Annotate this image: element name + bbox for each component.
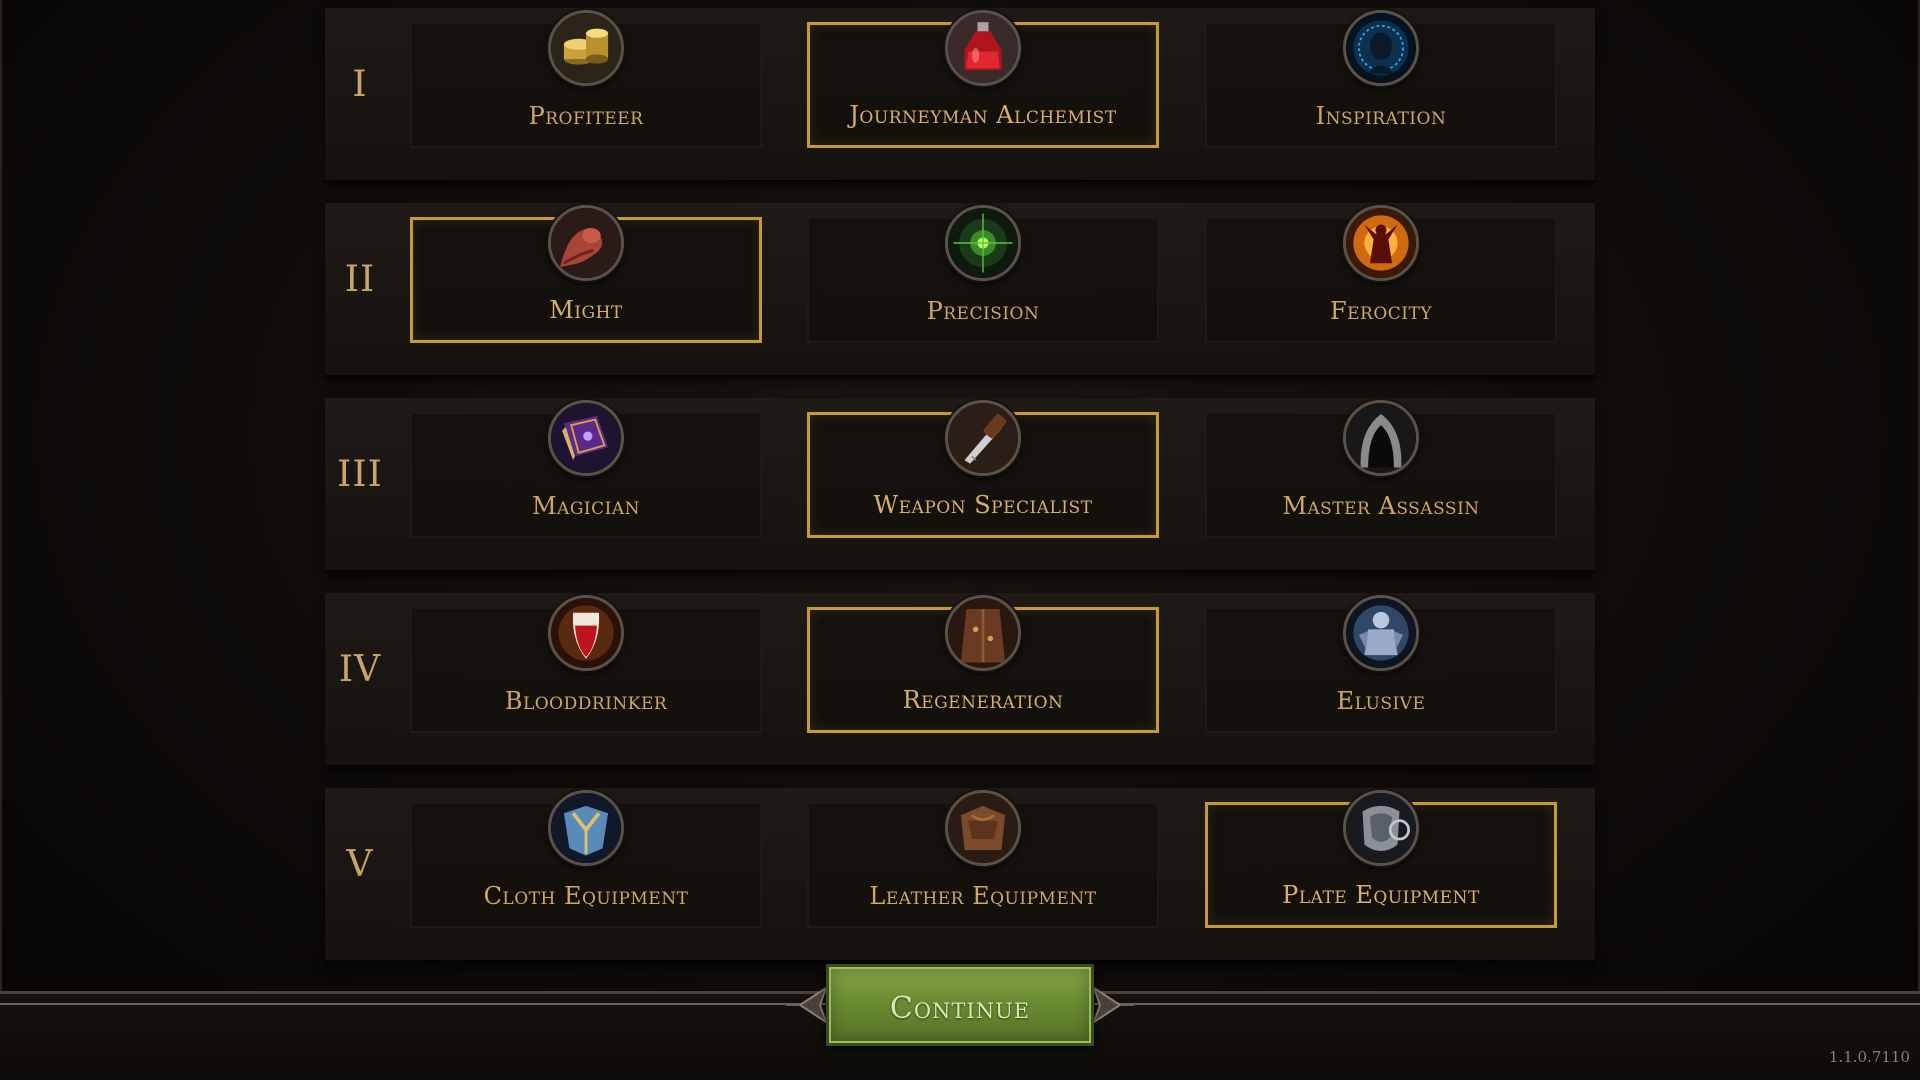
perk-label: Cloth Equipment — [483, 882, 689, 910]
frame-left-edge — [0, 0, 2, 1000]
perk-label: Precision — [926, 297, 1040, 325]
regeneration-icon — [945, 595, 1021, 671]
armored-figure-icon — [1343, 595, 1419, 671]
leather-armor-icon — [945, 790, 1021, 866]
gold-coins-icon — [548, 10, 624, 86]
perk-label: Leather Equipment — [869, 882, 1097, 910]
tier-numeral: I — [352, 64, 368, 105]
rage-figure-icon — [1343, 205, 1419, 281]
tier-numeral: V — [346, 844, 374, 885]
blood-fang-icon — [548, 595, 624, 671]
button-right-ornament — [1094, 986, 1134, 1024]
perk-label: Plate Equipment — [1282, 881, 1480, 909]
perk-label: Might — [549, 296, 623, 324]
crosshair-icon — [945, 205, 1021, 281]
perk-label: Elusive — [1336, 687, 1426, 715]
continue-button-label: Continue — [889, 991, 1031, 1026]
hood-icon — [1343, 400, 1419, 476]
inspiration-head-icon — [1343, 10, 1419, 86]
perk-label: Magician — [531, 492, 641, 520]
perk-label: Profiteer — [528, 102, 644, 130]
version-text: 1.1.0.7110 — [1828, 1048, 1910, 1066]
flexed-arm-icon — [548, 205, 624, 281]
perk-label: Weapon Specialist — [873, 491, 1093, 519]
perk-label: Blooddrinker — [504, 687, 668, 715]
button-left-ornament — [786, 986, 826, 1024]
cloth-armor-icon — [548, 790, 624, 866]
sword-icon — [945, 400, 1021, 476]
spellbook-icon — [548, 400, 624, 476]
tier-numeral: II — [344, 259, 376, 300]
potion-icon — [945, 10, 1021, 86]
tier-numeral: III — [337, 454, 383, 495]
perk-label: Master Assassin — [1282, 492, 1480, 520]
continue-button[interactable]: Continue — [826, 964, 1094, 1046]
perk-label: Journeyman Alchemist — [849, 101, 1117, 129]
plate-armor-icon — [1343, 790, 1419, 866]
perk-label: Ferocity — [1329, 297, 1433, 325]
continue-button-wrap: Continue — [826, 964, 1094, 1046]
perk-label: Inspiration — [1315, 102, 1447, 130]
perk-label: Regeneration — [902, 686, 1064, 714]
tier-numeral: IV — [338, 649, 382, 690]
